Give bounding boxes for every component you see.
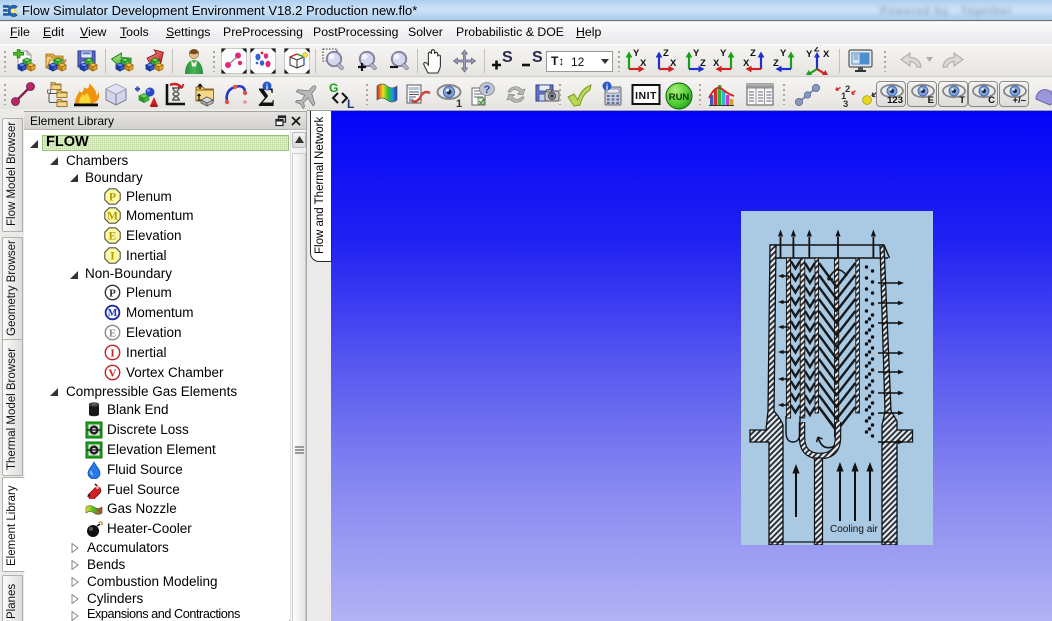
svg-text:1: 1 <box>456 98 462 109</box>
svg-text:S: S <box>532 49 543 66</box>
svg-text:Y: Y <box>720 48 727 59</box>
svg-text:Cooling air: Cooling air <box>830 524 878 535</box>
svg-text:L: L <box>347 97 354 109</box>
svg-text:X: X <box>670 58 677 69</box>
svg-text:X: X <box>713 58 720 69</box>
svg-text:Z: Z <box>773 58 779 69</box>
svg-text:Y: Y <box>633 48 640 59</box>
svg-text:Z: Z <box>700 58 706 69</box>
svg-text:X: X <box>743 58 750 69</box>
svg-text:Y: Y <box>806 49 813 60</box>
svg-text:Z: Z <box>663 48 669 59</box>
svg-text:Y: Y <box>780 48 787 59</box>
svg-text:S: S <box>502 49 513 66</box>
svg-text:Z: Z <box>814 47 820 54</box>
svg-text:Z: Z <box>750 48 756 59</box>
svg-text:RUN: RUN <box>669 92 690 103</box>
svg-text:3: 3 <box>843 99 848 109</box>
svg-text:X: X <box>640 58 647 69</box>
svg-text:INIT: INIT <box>635 90 657 102</box>
svg-text:Y: Y <box>693 48 700 59</box>
svg-text:?: ? <box>484 84 491 96</box>
svg-text:X: X <box>823 49 830 60</box>
